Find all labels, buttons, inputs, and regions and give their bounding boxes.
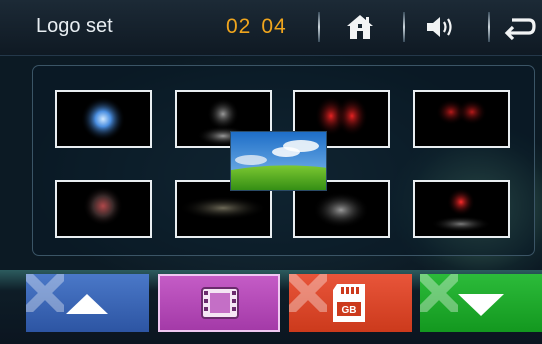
title-bar: Logo set 02 04: [0, 0, 542, 56]
film-button[interactable]: [158, 274, 280, 332]
page-down-button[interactable]: [420, 274, 542, 332]
separator: [318, 12, 320, 42]
page-current: 02: [226, 15, 252, 38]
logo-thumbnail[interactable]: [55, 180, 152, 238]
film-icon: [201, 287, 239, 319]
bottom-toolbar: GB: [0, 270, 542, 344]
logo-thumbnail[interactable]: [55, 90, 152, 148]
back-arrow-icon[interactable]: [503, 12, 536, 42]
logo-thumbnail[interactable]: [413, 90, 510, 148]
page-up-button[interactable]: [26, 274, 149, 332]
logo-thumbnail[interactable]: [413, 180, 510, 238]
separator: [488, 12, 490, 42]
home-icon[interactable]: [344, 12, 376, 42]
page-indicator: 02 04: [226, 15, 297, 39]
page-title: Logo set: [36, 15, 113, 37]
landscape-image[interactable]: [230, 131, 327, 191]
sd-card-button[interactable]: GB: [289, 274, 412, 332]
page-total: 04: [261, 15, 287, 38]
volume-icon[interactable]: [424, 12, 456, 42]
separator: [403, 12, 405, 42]
logo-grid-area: [0, 56, 542, 270]
sd-card-label: GB: [342, 305, 357, 316]
